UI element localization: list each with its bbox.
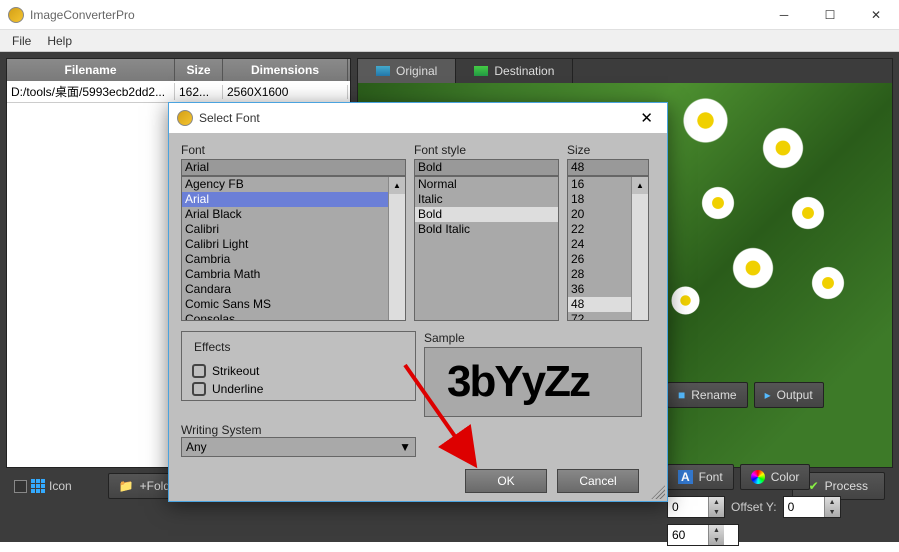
underline-checkbox[interactable]: Underline — [192, 382, 405, 396]
list-item[interactable]: Bold Italic — [415, 222, 558, 237]
dialog-close-button[interactable]: ✕ — [634, 109, 659, 127]
list-item[interactable]: Italic — [415, 192, 558, 207]
sample-label: Sample — [424, 331, 642, 345]
resize-grip[interactable] — [651, 485, 665, 499]
size-list[interactable]: 16182022242628364872▲ — [567, 176, 649, 321]
list-item[interactable]: Calibri Light — [182, 237, 405, 252]
list-item[interactable]: Arial — [182, 192, 405, 207]
strikeout-checkbox[interactable]: Strikeout — [192, 364, 405, 378]
ok-button[interactable]: OK — [465, 469, 547, 493]
list-item[interactable]: Normal — [415, 177, 558, 192]
size-label: Size — [567, 143, 649, 157]
sample-box: 3bYyZz — [424, 347, 642, 417]
effects-label: Effects — [192, 340, 232, 354]
font-input[interactable]: Arial — [181, 159, 406, 176]
cancel-button[interactable]: Cancel — [557, 469, 639, 493]
list-item[interactable]: Agency FB — [182, 177, 405, 192]
list-item[interactable]: Arial Black — [182, 207, 405, 222]
list-item[interactable]: Bold — [415, 207, 558, 222]
list-item[interactable]: Cambria — [182, 252, 405, 267]
list-item[interactable]: Calibri — [182, 222, 405, 237]
list-item[interactable]: Consolas — [182, 312, 405, 321]
scrollbar[interactable]: ▲ — [388, 177, 405, 320]
writing-system-label: Writing System — [181, 423, 261, 437]
list-item[interactable]: Candara — [182, 282, 405, 297]
writing-system-select[interactable]: Any▼ — [181, 437, 416, 457]
font-list[interactable]: Agency FBArialArial BlackCalibriCalibri … — [181, 176, 406, 321]
style-input[interactable]: Bold — [414, 159, 559, 176]
chevron-down-icon: ▼ — [399, 440, 411, 454]
list-item[interactable]: Comic Sans MS — [182, 297, 405, 312]
dialog-title: Select Font — [199, 111, 634, 125]
select-font-dialog: Select Font ✕ Font Arial Agency FBArialA… — [168, 102, 668, 502]
dialog-logo-icon — [177, 110, 193, 126]
scrollbar[interactable]: ▲ — [631, 177, 648, 320]
style-list[interactable]: NormalItalicBoldBold Italic — [414, 176, 559, 321]
list-item[interactable]: Cambria Math — [182, 267, 405, 282]
style-label: Font style — [414, 143, 559, 157]
font-label: Font — [181, 143, 406, 157]
size-input[interactable]: 48 — [567, 159, 649, 176]
